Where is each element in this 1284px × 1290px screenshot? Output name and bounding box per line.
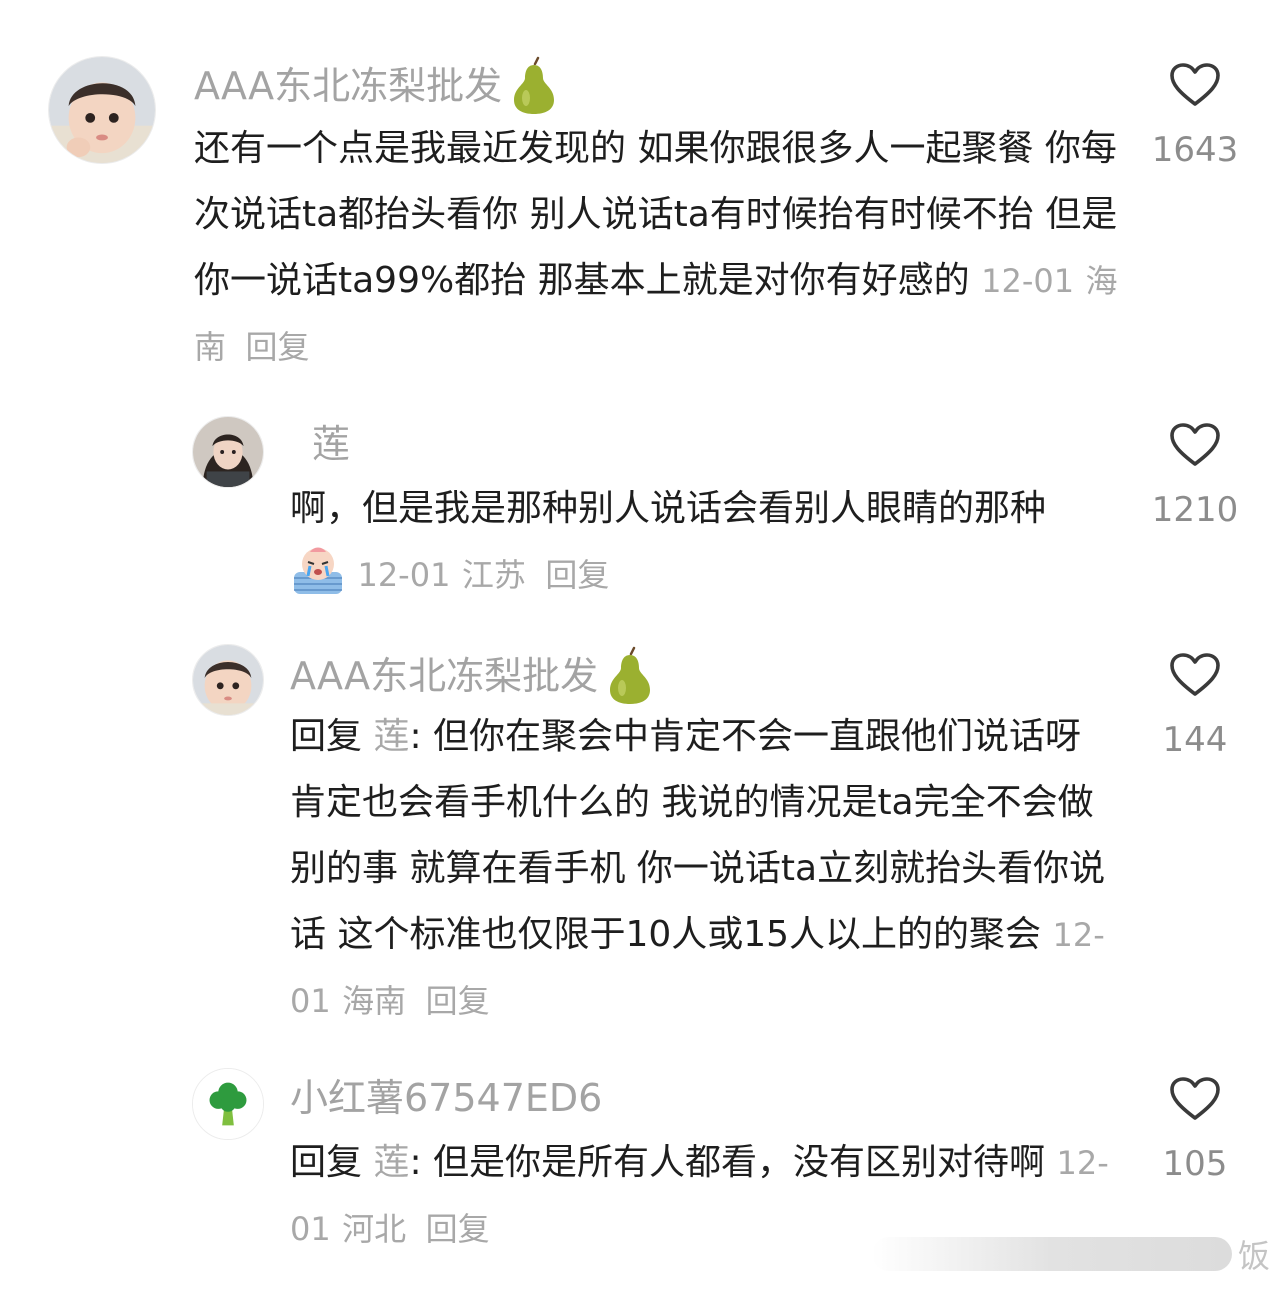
author-name: AAA东北冻梨批发 (290, 654, 599, 698)
heart-outline-icon (1169, 1076, 1221, 1122)
comment-text: 还有一个点是我最近发现的 如果你跟很多人一起聚餐 你每次说话ta都抬头看你 别人… (194, 128, 1118, 301)
comment-location: 海南 (342, 982, 407, 1020)
comment-content[interactable]: 回复 莲: 但你在聚会中肯定不会一直跟他们说话呀 肯定也会看手机什么的 我说的情… (290, 704, 1120, 1034)
like-count: 1643 (1151, 130, 1239, 170)
avatar[interactable] (48, 56, 156, 164)
watermark-char: 饭 (1237, 1237, 1270, 1275)
heart-outline-icon (1169, 62, 1221, 108)
avatar[interactable] (192, 644, 264, 716)
comment-content[interactable]: 还有一个点是我最近发现的 如果你跟很多人一起聚餐 你每次说话ta都抬头看你 别人… (194, 116, 1134, 380)
comment-item: AAA东北冻梨批发 还有一个点是我最近发现的 如果你跟很多人一起聚餐 你每次说话… (0, 0, 1284, 390)
reply-target-user[interactable]: 莲 (373, 716, 409, 757)
like-button[interactable]: 1643 (1140, 62, 1250, 170)
watermark: 饭 (871, 1234, 1270, 1275)
like-count: 144 (1162, 720, 1228, 760)
comment-date: 12-01 (357, 556, 451, 594)
reply-button[interactable]: 回复 (426, 1210, 490, 1248)
like-button[interactable]: 105 (1140, 1076, 1250, 1184)
comment-content[interactable]: 啊，但是我是那种别人说话会看别人眼睛的那种 12-01 江苏 回复 (290, 476, 1100, 608)
avatar[interactable] (192, 416, 264, 488)
author-name: 莲 (312, 422, 351, 466)
comment-location: 江苏 (461, 556, 526, 594)
author-name: 小红薯67547ED6 (290, 1076, 603, 1120)
reply-item: AAA东北冻梨批发 回复 莲: 但你在聚会中肯定不会一直跟他们说话呀 肯定也会看… (0, 630, 1284, 1050)
comment-author[interactable]: 小红薯67547ED6 (290, 1072, 602, 1124)
reply-prefix: 回复 (290, 1142, 363, 1183)
comment-location: 河北 (342, 1210, 407, 1248)
like-count: 105 (1162, 1144, 1228, 1184)
heart-outline-icon (1169, 652, 1221, 698)
reply-button[interactable]: 回复 (245, 328, 309, 366)
heart-outline-icon (1169, 422, 1221, 468)
reply-button[interactable]: 回复 (426, 982, 490, 1020)
reply-target-user[interactable]: 莲 (373, 1142, 409, 1183)
comment-author[interactable]: 莲 (312, 418, 350, 470)
watermark-bar (871, 1237, 1232, 1271)
comment-date: 12-01 (981, 262, 1075, 300)
like-button[interactable]: 144 (1140, 652, 1250, 760)
avatar[interactable] (192, 1068, 264, 1140)
like-count: 1210 (1151, 490, 1239, 530)
comment-author[interactable]: AAA东北冻梨批发 (290, 646, 656, 706)
like-button[interactable]: 1210 (1140, 422, 1250, 530)
reply-prefix: 回复 (290, 716, 363, 757)
crying-emoji-icon (294, 547, 342, 594)
pear-emoji-icon (508, 56, 560, 116)
author-name: AAA东北冻梨批发 (194, 64, 503, 108)
pear-emoji-icon (604, 646, 656, 706)
reply-item: 小红薯67547ED6 回复 莲: 但是你是所有人都看，没有区别对待啊 12-0… (0, 1060, 1284, 1260)
comment-text: 啊，但是我是那种别人说话会看别人眼睛的那种 (290, 488, 1047, 529)
comment-text: : 但你在聚会中肯定不会一直跟他们说话呀 肯定也会看手机什么的 我说的情况是ta… (290, 716, 1106, 955)
broccoli-icon (193, 1069, 263, 1139)
comment-author[interactable]: AAA东北冻梨批发 (194, 56, 560, 116)
reply-item: 莲 啊，但是我是那种别人说话会看别人眼睛的那种 12-01 江苏 回复 1210 (0, 400, 1284, 620)
reply-button[interactable]: 回复 (545, 556, 609, 594)
comment-text: : 但是你是所有人都看，没有区别对待啊 (409, 1142, 1046, 1183)
